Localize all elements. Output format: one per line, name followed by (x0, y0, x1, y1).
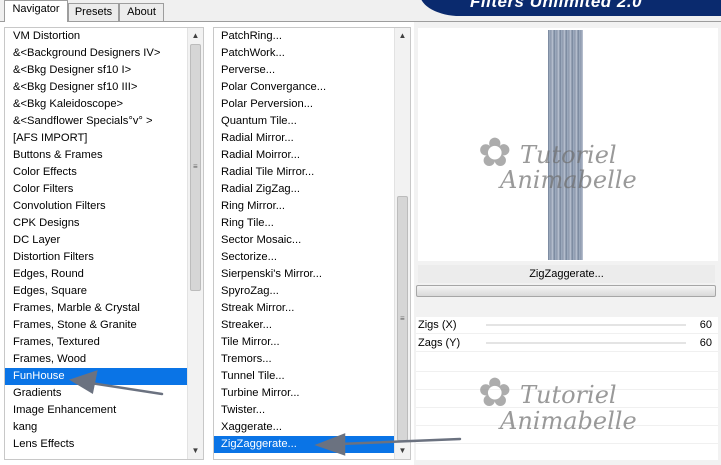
category-list-item[interactable]: &<Background Designers IV> (5, 45, 187, 62)
category-list: VM Distortion &<Background Designers IV> &… (5, 28, 187, 453)
scroll-up-icon[interactable]: ▲ (395, 28, 410, 44)
filter-list: PatchRing... PatchWork... Perverse... Polar… (214, 28, 394, 453)
category-list-item[interactable]: Buttons & Frames (5, 147, 187, 164)
filter-list-item[interactable]: Streak Mirror... (214, 300, 394, 317)
category-list-item[interactable]: Frames, Textured (5, 334, 187, 351)
category-list-item[interactable]: [AFS IMPORT] (5, 130, 187, 147)
param-label: Zigs (X) (418, 319, 457, 331)
category-list-item[interactable]: Gradients (5, 385, 187, 402)
param-row-zags[interactable]: Zags (Y) 60 (416, 335, 718, 352)
watermark-line1: Tutoriel (520, 141, 617, 169)
category-list-item[interactable]: Image Enhancement (5, 402, 187, 419)
filter-list-item[interactable]: Ring Tile... (214, 215, 394, 232)
filter-list-item[interactable]: Radial ZigZag... (214, 181, 394, 198)
zags-slider[interactable] (486, 342, 686, 344)
filter-list-item[interactable]: Polar Convergance... (214, 79, 394, 96)
filter-list-item[interactable]: Radial Mirror... (214, 130, 394, 147)
filter-list-item[interactable]: Xaggerate... (214, 419, 394, 436)
filter-list-item[interactable]: Radial Moirror... (214, 147, 394, 164)
category-listbox[interactable]: VM Distortion &<Background Designers IV> &… (4, 27, 204, 460)
category-list-item[interactable]: DC Layer (5, 232, 187, 249)
param-row-zigs[interactable]: Zigs (X) 60 (416, 317, 718, 334)
divider (416, 443, 718, 444)
zigs-slider[interactable] (486, 324, 686, 326)
category-list-item[interactable]: kang (5, 419, 187, 436)
filter-list-item[interactable]: SpyroZag... (214, 283, 394, 300)
category-list-item[interactable]: Edges, Square (5, 283, 187, 300)
category-list-item[interactable]: Edges, Round (5, 266, 187, 283)
filter-list-item[interactable]: Sierpenski's Mirror... (214, 266, 394, 283)
category-list-item[interactable]: &<Bkg Designer sf10 III> (5, 79, 187, 96)
filter-list-item[interactable]: Quantum Tile... (214, 113, 394, 130)
category-list-item[interactable]: &<Sandflower Specials°v° > (5, 113, 187, 130)
filter-list-item[interactable]: Turbine Mirror... (214, 385, 394, 402)
tab-navigator[interactable]: Navigator (4, 0, 68, 22)
category-list-item[interactable]: Convolution Filters (5, 198, 187, 215)
category-list-item[interactable]: Lens Effects (5, 436, 187, 453)
category-scroll-thumb[interactable]: ≡ (190, 44, 201, 291)
filter-list-item[interactable]: Streaker... (214, 317, 394, 334)
filter-list-item[interactable]: Tremors... (214, 351, 394, 368)
tab-about[interactable]: About (119, 3, 164, 22)
category-list-item[interactable]: Color Effects (5, 164, 187, 181)
filter-list-item[interactable]: Sectorize... (214, 249, 394, 266)
filter-list-item[interactable]: PatchWork... (214, 45, 394, 62)
filter-list-item[interactable]: Ring Mirror... (214, 198, 394, 215)
selected-filter-name: ZigZaggerate... (418, 265, 715, 283)
category-list-item[interactable]: VM Distortion (5, 28, 187, 45)
category-list-item[interactable]: Distortion Filters (5, 249, 187, 266)
watermark-line1: Tutoriel (520, 381, 617, 409)
filter-list-item[interactable]: Tile Mirror... (214, 334, 394, 351)
category-list-item[interactable]: Frames, Wood (5, 351, 187, 368)
watermark-line2: Animabelle (500, 407, 637, 435)
filter-list-item[interactable]: Perverse... (214, 62, 394, 79)
watermark-line2: Animabelle (500, 166, 637, 194)
grip-icon: ≡ (400, 314, 405, 323)
scroll-down-icon[interactable]: ▼ (188, 443, 203, 459)
filter-list-item[interactable]: Radial Tile Mirror... (214, 164, 394, 181)
scroll-up-icon[interactable]: ▲ (188, 28, 203, 44)
filter-scrollbar[interactable]: ▲ ≡ ▼ (394, 28, 410, 459)
filter-list-item[interactable]: ZigZaggerate... (214, 436, 394, 453)
category-list-item[interactable]: CPK Designs (5, 215, 187, 232)
filter-list-item[interactable]: Tunnel Tile... (214, 368, 394, 385)
category-list-item[interactable]: &<Bkg Kaleidoscope> (5, 96, 187, 113)
category-list-item[interactable]: Color Filters (5, 181, 187, 198)
category-list-item[interactable]: Frames, Stone & Granite (5, 317, 187, 334)
param-value: 60 (699, 337, 712, 349)
progress-bar (416, 285, 716, 297)
category-list-item[interactable]: &<Bkg Designer sf10 I> (5, 62, 187, 79)
category-list-item[interactable]: Frames, Marble & Crystal (5, 300, 187, 317)
category-scrollbar[interactable]: ▲ ≡ ▼ (187, 28, 203, 459)
grip-icon: ≡ (193, 162, 198, 171)
filter-listbox[interactable]: PatchRing... PatchWork... Perverse... Polar… (213, 27, 411, 460)
filter-list-item[interactable]: Sector Mosaic... (214, 232, 394, 249)
scroll-down-icon[interactable]: ▼ (395, 443, 410, 459)
param-label: Zags (Y) (418, 337, 461, 349)
tab-presets[interactable]: Presets (68, 3, 119, 22)
filter-list-item[interactable]: PatchRing... (214, 28, 394, 45)
param-value: 60 (699, 319, 712, 331)
divider (416, 371, 718, 372)
app-title: Filters Unlimited 2.0 (470, 0, 643, 11)
category-list-item[interactable]: FunHouse (5, 368, 187, 385)
filter-list-item[interactable]: Polar Perversion... (214, 96, 394, 113)
filter-list-item[interactable]: Twister... (214, 402, 394, 419)
filter-scroll-thumb[interactable]: ≡ (397, 196, 408, 441)
